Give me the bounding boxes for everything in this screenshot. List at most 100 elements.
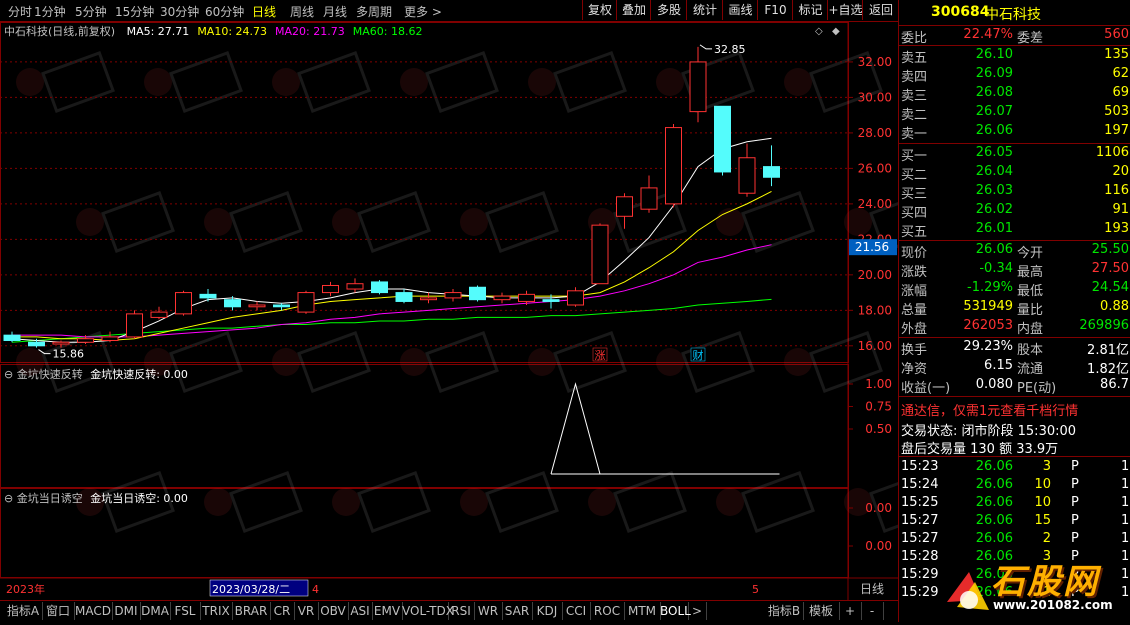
candle[interactable]: [665, 124, 682, 208]
period-tab[interactable]: 月线: [323, 3, 347, 20]
candle[interactable]: [322, 281, 339, 297]
indicator-tab[interactable]: VR: [294, 602, 319, 620]
sell-row[interactable]: 卖四 26.09 62: [899, 66, 1130, 85]
candle[interactable]: [346, 278, 364, 293]
indicator-tab[interactable]: -: [861, 602, 884, 620]
toolbar-button[interactable]: 画线: [722, 0, 758, 20]
indicator-tab[interactable]: MACD: [74, 602, 113, 620]
indicator-tab[interactable]: FSL: [170, 602, 201, 620]
candle[interactable]: [493, 292, 511, 304]
indicator-tab[interactable]: 指标A: [4, 602, 43, 620]
period-tab[interactable]: 15分钟: [115, 3, 154, 20]
buy-row[interactable]: 买三 26.03 116: [899, 183, 1130, 202]
indicator-tab[interactable]: ROC: [590, 602, 625, 620]
ind2-y-tick-label: 0.00: [865, 501, 892, 515]
tick-row: 15:25 26.06 10 P 1: [901, 495, 1130, 510]
stat2-row: 换手 29.23% 股本 2.81亿: [901, 339, 1129, 358]
chart-title: 中石科技(日线,前复权): [4, 25, 116, 38]
indicator-tab[interactable]: 模板: [803, 602, 840, 620]
candle[interactable]: [763, 145, 780, 187]
chart-legend: 中石科技(日线,前复权) MA5: 27.71 MA10: 24.73 MA20: …: [4, 23, 422, 39]
candle[interactable]: [640, 175, 658, 213]
stat2-row: 净资 6.15 流通 1.82亿: [901, 358, 1129, 377]
indicator-tab[interactable]: BRAR: [232, 602, 271, 620]
diamond-filled-icon[interactable]: ◆: [832, 26, 840, 37]
indicator-tab[interactable]: RSI: [448, 602, 475, 620]
tick-row: 15:24 26.06 10 P 1: [901, 477, 1130, 492]
sell-row[interactable]: 卖二 26.07 503: [899, 104, 1130, 123]
candle[interactable]: [567, 287, 584, 307]
indicator-tab[interactable]: DMI: [112, 602, 141, 620]
stat-row: 涨跌 -0.34 最高 27.50: [901, 261, 1129, 280]
candle[interactable]: [371, 280, 388, 295]
indicator-tab[interactable]: ASI: [348, 602, 373, 620]
diamond-icon[interactable]: ◇: [815, 26, 823, 37]
ad-link[interactable]: 通达信，仅需1元查看千档行情: [899, 400, 1130, 419]
toolbar-button[interactable]: 叠加: [616, 0, 651, 20]
indicator-tab[interactable]: DMA: [140, 602, 171, 620]
candle[interactable]: [248, 301, 266, 311]
ind1-collapse-icon[interactable]: ⊖: [4, 368, 13, 381]
sell-row[interactable]: 卖五 26.10 135: [899, 47, 1130, 66]
candle[interactable]: [297, 290, 315, 314]
toolbar-button[interactable]: 复权: [582, 0, 617, 20]
webi-row: 委比 22.47% 委差 560: [901, 27, 1129, 46]
buy-row[interactable]: 买五 26.01 193: [899, 221, 1130, 240]
candle[interactable]: [126, 310, 143, 339]
toolbar-button[interactable]: 统计: [686, 0, 723, 20]
period-tab[interactable]: 1分钟: [34, 3, 66, 20]
kline-chart[interactable]: 32.0030.0028.0026.0024.0022.0020.0018.00…: [0, 22, 898, 600]
candle[interactable]: [175, 290, 192, 316]
period-tab[interactable]: 更多 >: [404, 3, 442, 20]
period-tab[interactable]: 周线: [290, 3, 314, 20]
indicator-tab[interactable]: CCI: [562, 602, 591, 620]
candle[interactable]: [714, 105, 731, 176]
indicator-tab[interactable]: OBV: [318, 602, 349, 620]
ind2-collapse-icon[interactable]: ⊖: [4, 492, 13, 505]
candle[interactable]: [3, 331, 21, 343]
axis-month-4: 4: [312, 583, 319, 596]
period-tab[interactable]: 分时: [8, 3, 32, 20]
indicator-tab[interactable]: 指标B: [765, 602, 804, 620]
period-tab[interactable]: 日线: [252, 3, 276, 20]
period-tab[interactable]: 多周期: [356, 3, 392, 20]
ma-legend-item: MA10: 24.73: [197, 25, 268, 38]
candle[interactable]: [591, 223, 609, 285]
indicator-tab[interactable]: MTM: [624, 602, 661, 620]
toolbar-button[interactable]: +自选: [827, 0, 863, 20]
indicator-tab[interactable]: SAR: [502, 602, 533, 620]
candle[interactable]: [395, 289, 413, 304]
sell-row[interactable]: 卖一 26.06 197: [899, 123, 1130, 142]
indicator-tab[interactable]: CR: [270, 602, 295, 620]
buy-row[interactable]: 买四 26.02 91: [899, 202, 1130, 221]
period-tab[interactable]: 30分钟: [160, 3, 199, 20]
toolbar-button[interactable]: F10: [757, 0, 793, 20]
candle[interactable]: [150, 306, 168, 320]
indicator-tab[interactable]: >: [688, 602, 707, 620]
candle[interactable]: [738, 143, 756, 197]
buy-row[interactable]: 买一 26.05 1106: [899, 145, 1130, 164]
indicator-tab[interactable]: WR: [474, 602, 503, 620]
toolbar-button[interactable]: 标记: [792, 0, 828, 20]
stat2-row: 收益(一) 0.080 PE(动) 86.7: [901, 377, 1129, 396]
candle[interactable]: [689, 46, 707, 123]
sell-row[interactable]: 卖三 26.08 69: [899, 85, 1130, 104]
period-tab[interactable]: 5分钟: [75, 3, 107, 20]
indicator-tab[interactable]: EMV: [372, 602, 403, 620]
indicator-tab[interactable]: +: [839, 602, 862, 620]
indicator-tab[interactable]: TRIX: [200, 602, 233, 620]
candle[interactable]: [469, 285, 486, 302]
indicator-tab[interactable]: VOL-TDX: [402, 602, 454, 620]
candle[interactable]: [420, 292, 437, 304]
toolbar-button[interactable]: 返回: [862, 0, 899, 20]
indicator-tab[interactable]: KDJ: [532, 602, 563, 620]
ind1-value: 金坑快速反转: 0.00: [90, 368, 188, 381]
period-tab[interactable]: 60分钟: [205, 3, 244, 20]
candle[interactable]: [444, 289, 462, 302]
indicator-tab[interactable]: BOLL: [660, 602, 691, 620]
indicator-tab[interactable]: 窗口: [42, 602, 75, 620]
axis-date: 2023/03/28/二: [212, 583, 290, 596]
toolbar-button[interactable]: 多股: [650, 0, 687, 20]
buy-row[interactable]: 买二 26.04 20: [899, 164, 1130, 183]
candle[interactable]: [101, 331, 119, 343]
